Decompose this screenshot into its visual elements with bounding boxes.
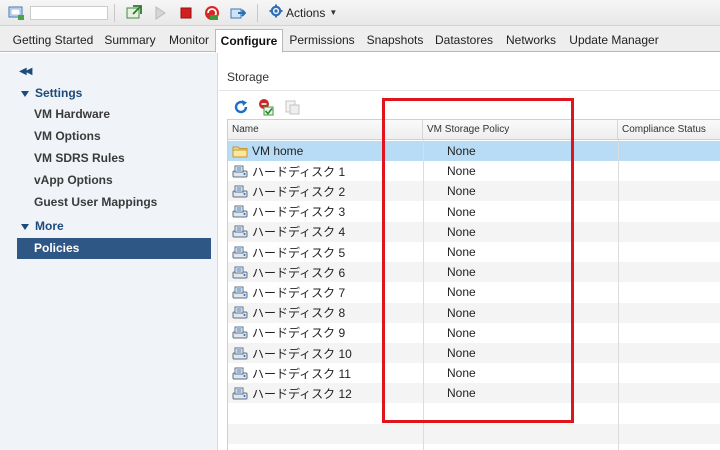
sidebar-section-more[interactable]: More <box>21 217 64 235</box>
name-cell: ハードディスク 10 <box>232 343 352 363</box>
row-name: ハードディスク 5 <box>252 245 346 260</box>
gear-icon <box>269 4 283 21</box>
hard-disk-icon <box>232 346 248 360</box>
power-off-icon[interactable] <box>177 4 195 22</box>
hard-disk-icon <box>232 205 248 219</box>
sidebar-section-label: Settings <box>35 86 83 100</box>
folder-icon <box>232 144 248 158</box>
sidebar-section-label: More <box>35 219 64 233</box>
tab-configure[interactable]: Configure <box>215 29 283 53</box>
column-header-compliance-status[interactable]: Compliance Status <box>618 120 720 140</box>
row-name: ハードディスク 11 <box>252 366 351 381</box>
tab-update-manager[interactable]: Update Manager <box>567 29 661 52</box>
hard-disk-icon <box>232 225 248 239</box>
name-cell: ハードディスク 2 <box>232 181 345 201</box>
tab-monitor[interactable]: Monitor <box>163 29 215 52</box>
name-cell: ハードディスク 3 <box>232 202 345 222</box>
hard-disk-icon <box>232 285 248 299</box>
row-name: ハードディスク 6 <box>252 265 346 280</box>
sidebar-section-settings[interactable]: Settings <box>21 84 82 102</box>
row-name: ハードディスク 1 <box>252 164 346 179</box>
row-name: ハードディスク 10 <box>252 346 352 361</box>
sidebar-item-vapp-options[interactable]: vApp Options <box>17 170 211 191</box>
expand-triangle-icon <box>21 90 29 97</box>
row-name: ハードディスク 9 <box>252 326 346 341</box>
highlight-annotation-box <box>382 98 574 423</box>
sidebar-item-vm-hardware[interactable]: VM Hardware <box>17 104 211 125</box>
settings-sidebar: ◀◀ Settings VM Hardware VM Options VM SD… <box>0 53 218 450</box>
name-cell: ハードディスク 12 <box>232 383 352 403</box>
chevron-down-icon: ▼ <box>329 8 338 17</box>
vm-name-field <box>30 5 108 20</box>
hard-disk-icon <box>232 164 248 178</box>
name-cell: ハードディスク 8 <box>232 303 345 323</box>
hard-disk-icon <box>232 386 248 400</box>
sidebar-item-policies[interactable]: Policies <box>17 238 211 259</box>
vm-icon <box>6 2 28 24</box>
sidebar-item-vm-options[interactable]: VM Options <box>17 126 211 147</box>
page-title: Storage <box>227 70 270 84</box>
hard-disk-icon <box>232 265 248 279</box>
name-cell: ハードディスク 1 <box>232 161 345 181</box>
migrate-icon[interactable] <box>229 4 247 22</box>
tab-networks[interactable]: Networks <box>503 29 559 52</box>
actions-label: Actions <box>286 5 326 20</box>
tab-summary[interactable]: Summary <box>100 29 160 52</box>
row-name: ハードディスク 12 <box>252 386 352 401</box>
sidebar-item-vm-sdrs-rules[interactable]: VM SDRS Rules <box>17 148 211 169</box>
tab-bar: Getting Started Summary Monitor Configur… <box>0 26 720 53</box>
power-on-icon[interactable] <box>151 4 169 22</box>
divider <box>219 90 720 91</box>
hard-disk-icon <box>232 245 248 259</box>
expand-triangle-icon <box>21 223 29 230</box>
reapply-policy-icon[interactable] <box>283 98 301 116</box>
hard-disk-icon <box>232 184 248 198</box>
vsphere-client: Actions ▼ Getting Started Summary Monito… <box>0 0 720 450</box>
row-name: ハードディスク 4 <box>252 225 346 240</box>
double-chevron-left-icon[interactable]: ◀◀ <box>19 66 32 77</box>
toolbar-divider <box>257 3 258 22</box>
row-name: ハードディスク 8 <box>252 306 346 321</box>
name-cell: VM home <box>232 141 303 161</box>
tab-getting-started[interactable]: Getting Started <box>8 29 98 52</box>
tab-permissions[interactable]: Permissions <box>286 29 358 52</box>
tab-snapshots[interactable]: Snapshots <box>364 29 426 52</box>
name-cell: ハードディスク 4 <box>232 222 345 242</box>
sidebar-item-guest-user-mappings[interactable]: Guest User Mappings <box>17 192 211 213</box>
name-cell: ハードディスク 9 <box>232 323 345 343</box>
row-name: ハードディスク 2 <box>252 184 346 199</box>
suspend-icon[interactable] <box>203 4 221 22</box>
empty-row <box>228 423 720 444</box>
hard-disk-icon <box>232 366 248 380</box>
toolbar-divider <box>114 3 115 22</box>
name-cell: ハードディスク 6 <box>232 262 345 282</box>
hard-disk-icon <box>232 306 248 320</box>
column-divider <box>618 140 619 450</box>
row-name: VM home <box>252 144 304 158</box>
actions-menu[interactable]: Actions ▼ <box>266 3 340 23</box>
name-cell: ハードディスク 5 <box>232 242 345 262</box>
name-cell: ハードディスク 7 <box>232 282 345 302</box>
row-name: ハードディスク 7 <box>252 285 346 300</box>
check-compliance-icon[interactable] <box>257 98 275 116</box>
hard-disk-icon <box>232 326 248 340</box>
row-name: ハードディスク 3 <box>252 205 346 220</box>
refresh-icon[interactable] <box>232 98 250 116</box>
name-cell: ハードディスク 11 <box>232 363 351 383</box>
tab-datastores[interactable]: Datastores <box>433 29 495 52</box>
toolbar: Actions ▼ <box>0 0 720 26</box>
open-console-icon[interactable] <box>125 4 143 22</box>
